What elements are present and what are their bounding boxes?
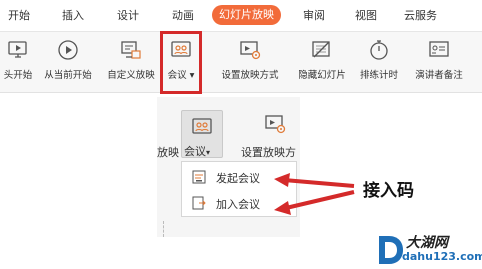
meeting-icon [170, 39, 192, 65]
join-meeting-item[interactable]: 加入会议 [182, 191, 296, 215]
custom-show-label: 自定义放映 [107, 70, 155, 81]
slideshow-ribbon: 头开始 从当前开始 自定义放映 会议 ▾ 设置放映方式 隐藏幻灯片 排练计时 演… [0, 32, 482, 93]
join-meeting-icon [192, 195, 206, 214]
meeting-button-zoomed[interactable]: 会议▾ [181, 110, 223, 158]
meeting-label: 会议 ▾ [167, 70, 195, 81]
start-meeting-label: 发起会议 [216, 172, 260, 185]
setup-show-button[interactable]: 设置放映方式 [216, 32, 284, 90]
rehearse-timing-label: 排练计时 [359, 70, 398, 81]
watermark: 大湖网 dahu123.com [376, 232, 482, 268]
custom-show-button[interactable]: 自定义放映 [101, 32, 161, 90]
tab-slideshow[interactable]: 幻灯片放映 [212, 5, 281, 25]
play-circle-icon [57, 39, 79, 65]
watermark-url: dahu123.com [402, 250, 482, 263]
presenter-notes-icon [428, 39, 450, 65]
divider [163, 221, 165, 237]
menu-tab-bar: 开始 插入 设计 动画 幻灯片放映 审阅 视图 云服务 [0, 0, 482, 32]
from-start-label: 头开始 [3, 70, 33, 81]
meeting-button[interactable]: 会议 ▾ [163, 32, 199, 90]
presenter-notes-label: 演讲者备注 [415, 70, 463, 81]
watermark-text: 大湖网 [406, 235, 448, 251]
meeting-dropdown: 发起会议 加入会议 [181, 161, 297, 217]
tab-review[interactable]: 审阅 [303, 6, 325, 26]
from-start-button[interactable]: 头开始 [0, 32, 36, 90]
custom-show-icon [120, 39, 142, 65]
hide-slide-button[interactable]: 隐藏幻灯片 [292, 32, 352, 90]
presenter-notes-button[interactable]: 演讲者备注 [408, 32, 470, 90]
tab-home[interactable]: 开始 [8, 6, 30, 26]
hide-slide-icon [311, 39, 333, 65]
start-meeting-item[interactable]: 发起会议 [182, 165, 296, 189]
monitor-play-icon [8, 39, 28, 63]
setup-show-partial-label: 设置放映方 [241, 146, 296, 159]
from-current-label: 从当前开始 [44, 70, 92, 81]
meeting-icon [191, 116, 213, 142]
join-meeting-label: 加入会议 [216, 198, 260, 211]
tab-design[interactable]: 设计 [117, 6, 139, 26]
hide-slide-label: 隐藏幻灯片 [298, 70, 346, 81]
tab-insert[interactable]: 插入 [62, 6, 84, 26]
annotation-label: 接入码 [363, 181, 414, 201]
tab-animation[interactable]: 动画 [172, 6, 194, 26]
tab-view[interactable]: 视图 [355, 6, 377, 26]
tab-cloud-service[interactable]: 云服务 [404, 6, 437, 26]
stopwatch-icon [368, 39, 390, 65]
chevron-down-icon: ▾ [206, 148, 211, 157]
show-partial-label: 放映 [157, 146, 179, 159]
start-meeting-icon [192, 169, 206, 188]
setup-show-label: 设置放映方式 [221, 70, 279, 81]
setup-show-icon [239, 39, 261, 65]
setup-show-icon [264, 113, 286, 139]
from-current-button[interactable]: 从当前开始 [38, 32, 98, 90]
rehearse-timing-button[interactable]: 排练计时 [354, 32, 404, 90]
meeting-label: 会议▾ [184, 145, 211, 158]
